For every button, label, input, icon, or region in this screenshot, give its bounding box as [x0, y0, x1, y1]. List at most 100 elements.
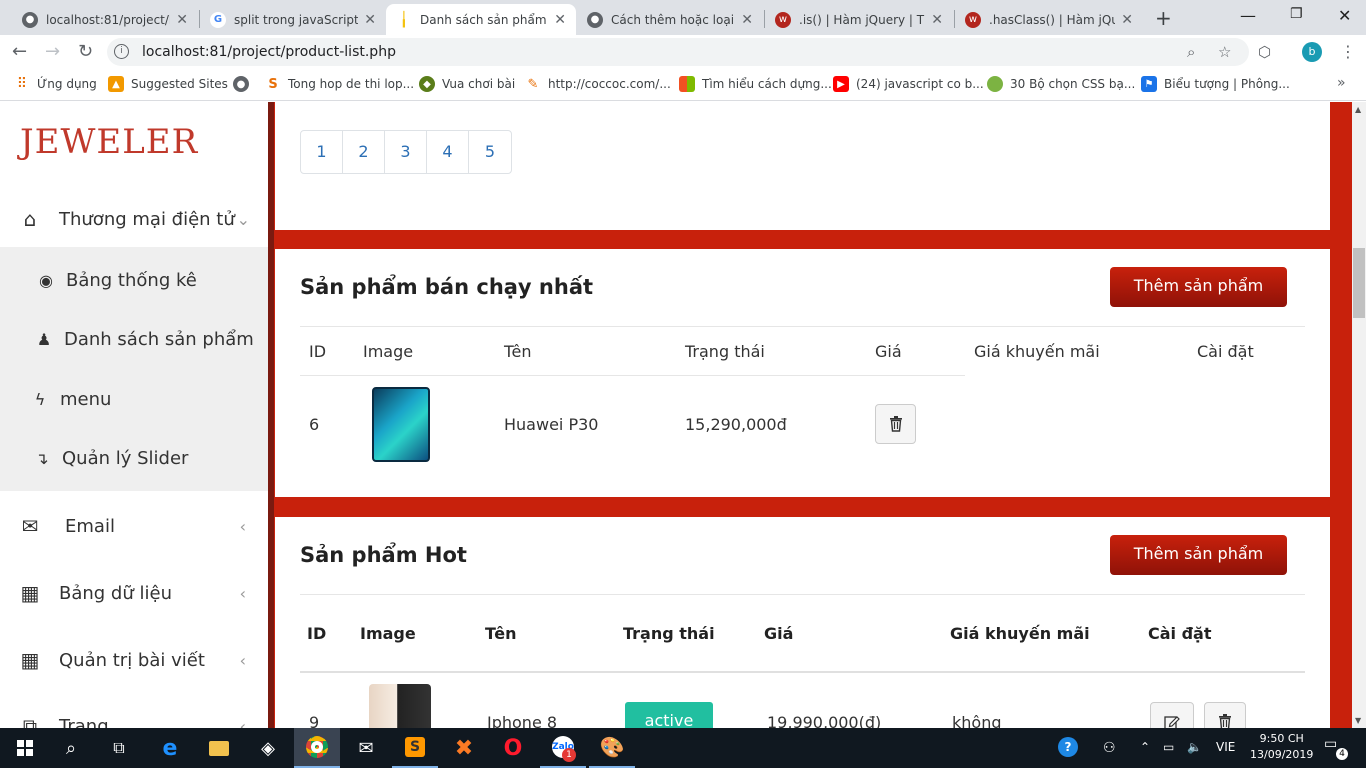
microsoft-icon: [679, 76, 695, 92]
target-icon: ◉: [39, 270, 53, 290]
minimize-icon[interactable]: —: [1240, 6, 1256, 25]
extension-icon[interactable]: ⬡: [1258, 43, 1271, 61]
bookmark-item[interactable]: ⚑ Biểu tượng | Phông...: [1141, 76, 1290, 92]
sidebar-item-ecommerce[interactable]: ⌂ Thương mại điện tử ⌄: [0, 200, 268, 238]
coccoc-icon: ✎: [527, 76, 539, 92]
scroll-down-icon[interactable]: ▼: [1355, 716, 1361, 725]
help-icon[interactable]: ?: [1058, 737, 1078, 757]
edge-icon[interactable]: e: [147, 728, 193, 768]
profile-avatar[interactable]: b: [1302, 42, 1322, 62]
bookmark-item[interactable]: 30 Bộ chọn CSS bạ...: [987, 76, 1135, 92]
delete-button[interactable]: [1204, 702, 1246, 728]
search-icon[interactable]: ⌕: [48, 728, 94, 768]
reload-icon[interactable]: ↻: [78, 41, 93, 62]
column-header: Image: [363, 342, 414, 361]
page-link[interactable]: 4: [427, 131, 469, 173]
best-seller-card: Sản phẩm bán chạy nhất Thêm sản phẩm ID …: [275, 249, 1330, 497]
bookmark-star-icon[interactable]: ☆: [1218, 43, 1231, 61]
xampp-icon[interactable]: ✖: [441, 728, 487, 768]
column-header: ID: [307, 624, 327, 643]
close-tab-icon[interactable]: ✕: [741, 12, 753, 28]
scroll-up-icon[interactable]: ▲: [1355, 105, 1361, 114]
bookmark-item[interactable]: Tìm hiểu cách dựng...: [679, 76, 832, 92]
mail-icon[interactable]: ✉: [343, 728, 389, 768]
logo[interactable]: JEWELER: [20, 122, 198, 162]
column-header: Trạng thái: [685, 342, 765, 361]
bookmark-item[interactable]: ●: [233, 76, 256, 92]
page-scrollbar[interactable]: [1352, 102, 1366, 728]
zoom-icon[interactable]: ⌕: [1187, 43, 1195, 61]
tray-expand-icon[interactable]: ⌃: [1140, 740, 1150, 754]
sidebar-item-data-tables[interactable]: ▦ Bảng dữ liệu ‹: [0, 578, 268, 608]
people-icon[interactable]: ⚇: [1103, 740, 1116, 756]
zalo-icon[interactable]: Zalo 1: [540, 728, 586, 768]
browser-tab[interactable]: ● localhost:81/project/be ✕: [12, 4, 198, 35]
bookmarks-overflow-icon[interactable]: »: [1337, 75, 1346, 91]
clock[interactable]: 9:50 CH 13/09/2019: [1250, 731, 1313, 763]
page-link[interactable]: 5: [469, 131, 511, 173]
page-link[interactable]: 3: [385, 131, 427, 173]
file-explorer-icon[interactable]: [196, 728, 242, 768]
table-icon: ▦: [20, 648, 40, 672]
restore-icon[interactable]: ❐: [1290, 6, 1303, 22]
browser-tab[interactable]: w .hasClass() | Hàm jQuery ✕: [955, 4, 1143, 35]
bookmark-apps[interactable]: ⠿ Ứng dụng: [14, 76, 97, 92]
edit-button[interactable]: [1150, 702, 1194, 728]
sidebar-item-posts[interactable]: ▦ Quản trị bài viết ‹: [0, 645, 268, 675]
chrome-icon[interactable]: [294, 728, 340, 768]
browser-tab-active[interactable]: ╽ Danh sách sản phẩm ✕: [386, 4, 576, 35]
delete-button[interactable]: [875, 404, 916, 444]
close-tab-icon[interactable]: ✕: [1121, 12, 1133, 28]
bookmark-item[interactable]: ▲ Suggested Sites: [108, 76, 228, 92]
sidebar-item-slider[interactable]: ↴ Quản lý Slider: [0, 443, 268, 473]
info-icon[interactable]: i: [114, 44, 129, 59]
sidebar-item-menu[interactable]: ϟ menu: [0, 384, 268, 414]
product-image: [372, 387, 430, 462]
add-product-button[interactable]: Thêm sản phẩm: [1110, 267, 1287, 307]
task-view-icon[interactable]: ⧉: [96, 728, 142, 768]
close-tab-icon[interactable]: ✕: [176, 12, 188, 28]
browser-tab[interactable]: G split trong javaScript - T ✕: [200, 4, 386, 35]
column-header: ID: [309, 342, 327, 361]
menu-kebab-icon[interactable]: ⋮: [1340, 42, 1356, 61]
volume-icon[interactable]: 🔈: [1187, 740, 1202, 754]
windows-start-icon[interactable]: [2, 728, 48, 768]
language-indicator[interactable]: VIE: [1216, 740, 1235, 754]
close-tab-icon[interactable]: ✕: [931, 12, 943, 28]
divider: [300, 671, 1305, 673]
add-product-button[interactable]: Thêm sản phẩm: [1110, 535, 1287, 575]
page-link[interactable]: 1: [301, 131, 343, 173]
battery-icon[interactable]: ▭: [1163, 740, 1174, 754]
paint-icon[interactable]: 🎨: [589, 728, 635, 768]
column-header: Trạng thái: [623, 624, 715, 643]
close-tab-icon[interactable]: ✕: [554, 12, 566, 28]
opera-icon[interactable]: O: [490, 728, 536, 768]
page-link[interactable]: 2: [343, 131, 385, 173]
sidebar-item-pages[interactable]: ⧉ Trang ‹: [0, 711, 268, 728]
bookmark-item[interactable]: S Tong hop de thi lop...: [265, 76, 414, 92]
sublime-icon[interactable]: S: [392, 728, 438, 768]
cell-id: 6: [309, 415, 320, 434]
back-icon[interactable]: ←: [12, 41, 27, 62]
dropbox-icon[interactable]: ◈: [245, 728, 291, 768]
column-header: Giá khuyến mãi: [974, 342, 1100, 361]
url-text[interactable]: localhost:81/project/product-list.php: [142, 44, 396, 60]
sidebar-item-email[interactable]: ✉ Email ‹: [0, 511, 268, 541]
browser-tab[interactable]: w .is() | Hàm jQuery | Thar ✕: [765, 4, 953, 35]
site-icon: w: [965, 11, 981, 28]
column-header: Giá: [764, 624, 794, 643]
new-tab-icon[interactable]: +: [1155, 6, 1172, 30]
hot-products-card: Sản phẩm Hot Thêm sản phẩm ID Image Tên …: [275, 517, 1330, 728]
close-window-icon[interactable]: ✕: [1338, 6, 1351, 25]
browser-tab[interactable]: ● Cách thêm hoặc loại bỏ ✕: [577, 4, 763, 35]
bookmark-item[interactable]: ▶ (24) javascript co b...: [833, 76, 984, 92]
action-center-icon[interactable]: ▭: [1324, 736, 1337, 752]
forward-icon[interactable]: →: [45, 41, 60, 62]
sidebar-item-dashboard[interactable]: ◉ Bảng thống kê: [0, 265, 268, 295]
sidebar: JEWELER ⌂ Thương mại điện tử ⌄ ◉ Bảng th…: [0, 102, 268, 728]
bookmark-item[interactable]: ◆ Vua chơi bài: [419, 76, 515, 92]
bookmark-item[interactable]: ✎ http://coccoc.com/...: [525, 76, 671, 92]
scrollbar-thumb[interactable]: [1353, 248, 1365, 318]
close-tab-icon[interactable]: ✕: [364, 12, 376, 28]
sidebar-item-product-list[interactable]: ♟ Danh sách sản phẩm: [0, 324, 268, 354]
